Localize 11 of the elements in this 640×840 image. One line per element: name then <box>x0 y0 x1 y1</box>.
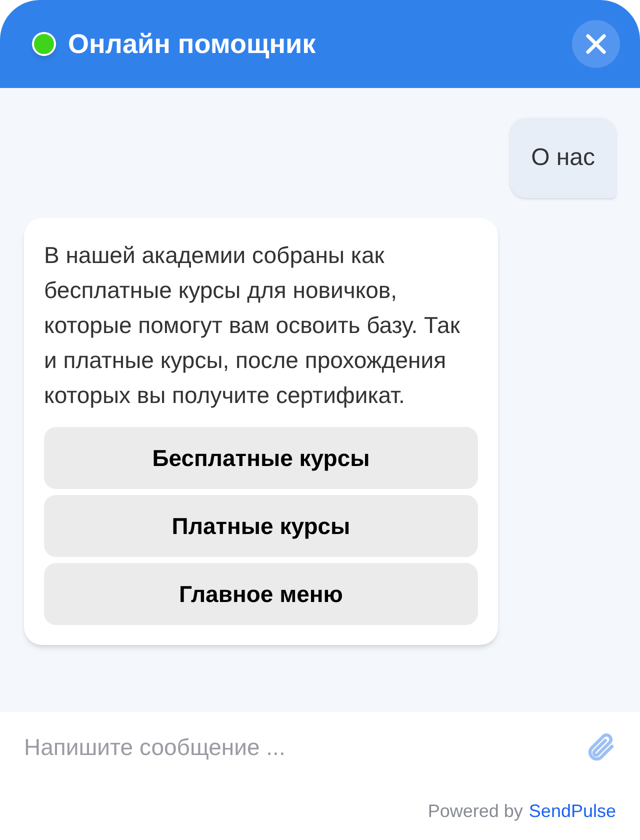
chat-title: Онлайн помощник <box>68 28 317 61</box>
user-message: О нас <box>510 118 616 198</box>
brand-link[interactable]: SendPulse <box>528 798 616 825</box>
quick-reply-button[interactable]: Платные курсы <box>44 495 478 557</box>
quick-reply-button[interactable]: Главное меню <box>44 563 478 625</box>
quick-reply-button[interactable]: Бесплатные курсы <box>44 427 478 489</box>
close-button[interactable] <box>572 20 620 68</box>
powered-by-text: Powered by <box>428 800 523 823</box>
bot-message-text: В нашей академии собраны как бесплатные курсы для новичков, которые помогут вам освоить базу. Так и платные курсы, после прохождения которых вы получите сертификат. <box>44 241 461 410</box>
message-input[interactable]: Напишите сообщение ... <box>24 730 572 764</box>
close-icon <box>585 33 607 55</box>
